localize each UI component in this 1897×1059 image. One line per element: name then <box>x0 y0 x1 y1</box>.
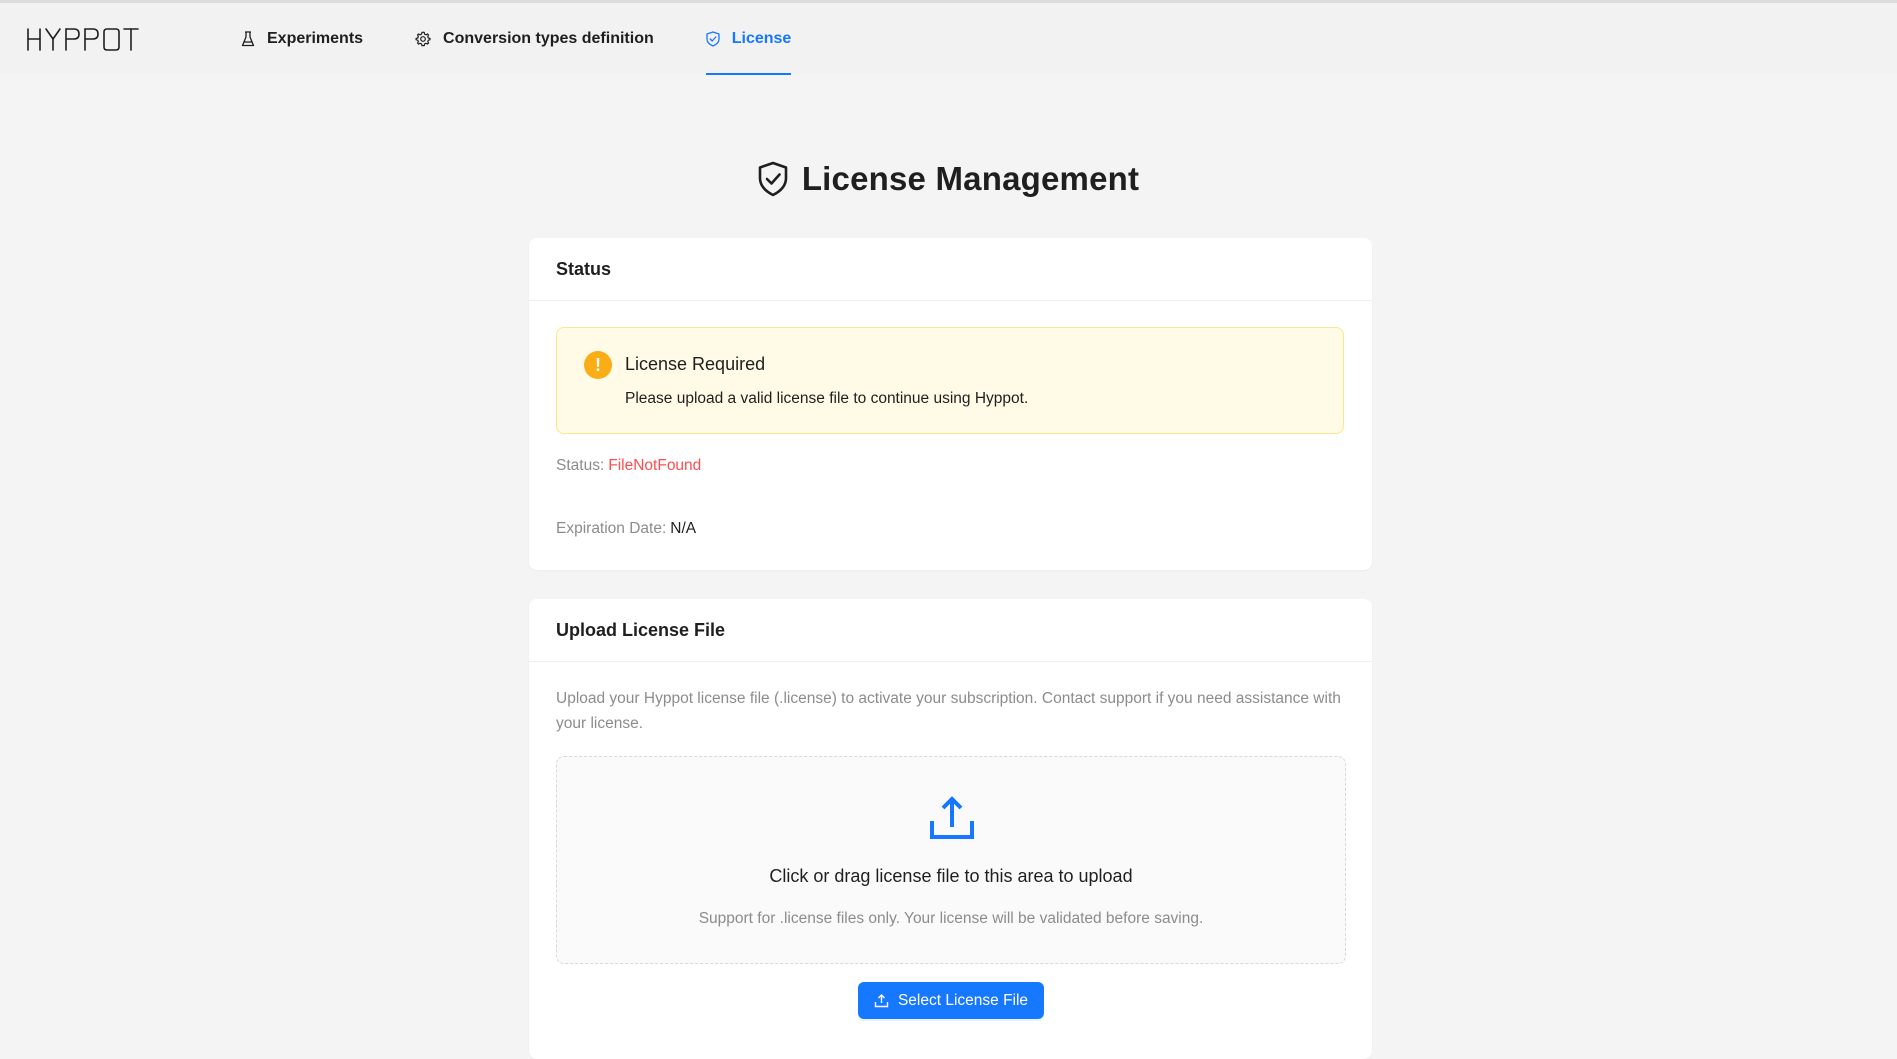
gear-icon <box>415 31 431 47</box>
flask-icon <box>241 31 255 47</box>
upload-card-title: Upload License File <box>529 599 1372 662</box>
hyppot-logo[interactable] <box>26 3 162 75</box>
expiration-value: N/A <box>670 520 697 537</box>
exclamation-circle-icon: ! <box>584 351 612 379</box>
status-label: Status: <box>556 457 605 474</box>
page-title: License Management <box>0 160 1897 198</box>
upload-description: Upload your Hyppot license file (.licens… <box>556 690 1341 732</box>
status-row: Status: FileNotFound <box>556 457 701 475</box>
select-license-file-label: Select License File <box>897 991 1029 1009</box>
top-navbar: Experiments Conversion types definition … <box>0 3 1897 75</box>
alert-description: Please upload a valid license file to co… <box>625 390 1029 407</box>
dropzone-hint: Support for .license files only. Your li… <box>698 910 1204 927</box>
select-license-file-button[interactable]: Select License File <box>858 982 1044 1019</box>
nav-item-license[interactable]: License <box>705 3 792 75</box>
nav-item-label: Experiments <box>267 30 364 47</box>
license-required-alert: ! License Required Please upload a valid… <box>556 327 1344 434</box>
nav-item-experiments[interactable]: Experiments <box>241 3 363 75</box>
shield-check-icon <box>706 31 720 47</box>
upload-icon <box>930 796 974 839</box>
expiration-row: Expiration Date: N/A <box>556 520 696 538</box>
nav-item-label: Conversion types definition <box>443 30 654 47</box>
nav-item-label: License <box>731 30 792 47</box>
alert-title: License Required <box>625 354 766 374</box>
nav-item-conversion-types[interactable]: Conversion types definition <box>415 3 654 75</box>
status-card: Status ! License Required Please upload … <box>529 238 1372 570</box>
license-dropzone[interactable]: Click or drag license file to this area … <box>556 756 1346 964</box>
upload-icon <box>874 993 889 1007</box>
status-card-title: Status <box>529 238 1372 301</box>
status-value: FileNotFound <box>608 457 702 474</box>
expiration-label: Expiration Date: <box>556 520 667 537</box>
shield-check-icon <box>758 161 788 197</box>
page-title-text: License Management <box>801 160 1140 197</box>
dropzone-text: Click or drag license file to this area … <box>769 866 1133 886</box>
upload-card: Upload License File Upload your Hyppot l… <box>529 599 1372 1059</box>
main-nav: Experiments Conversion types definition … <box>241 3 843 75</box>
